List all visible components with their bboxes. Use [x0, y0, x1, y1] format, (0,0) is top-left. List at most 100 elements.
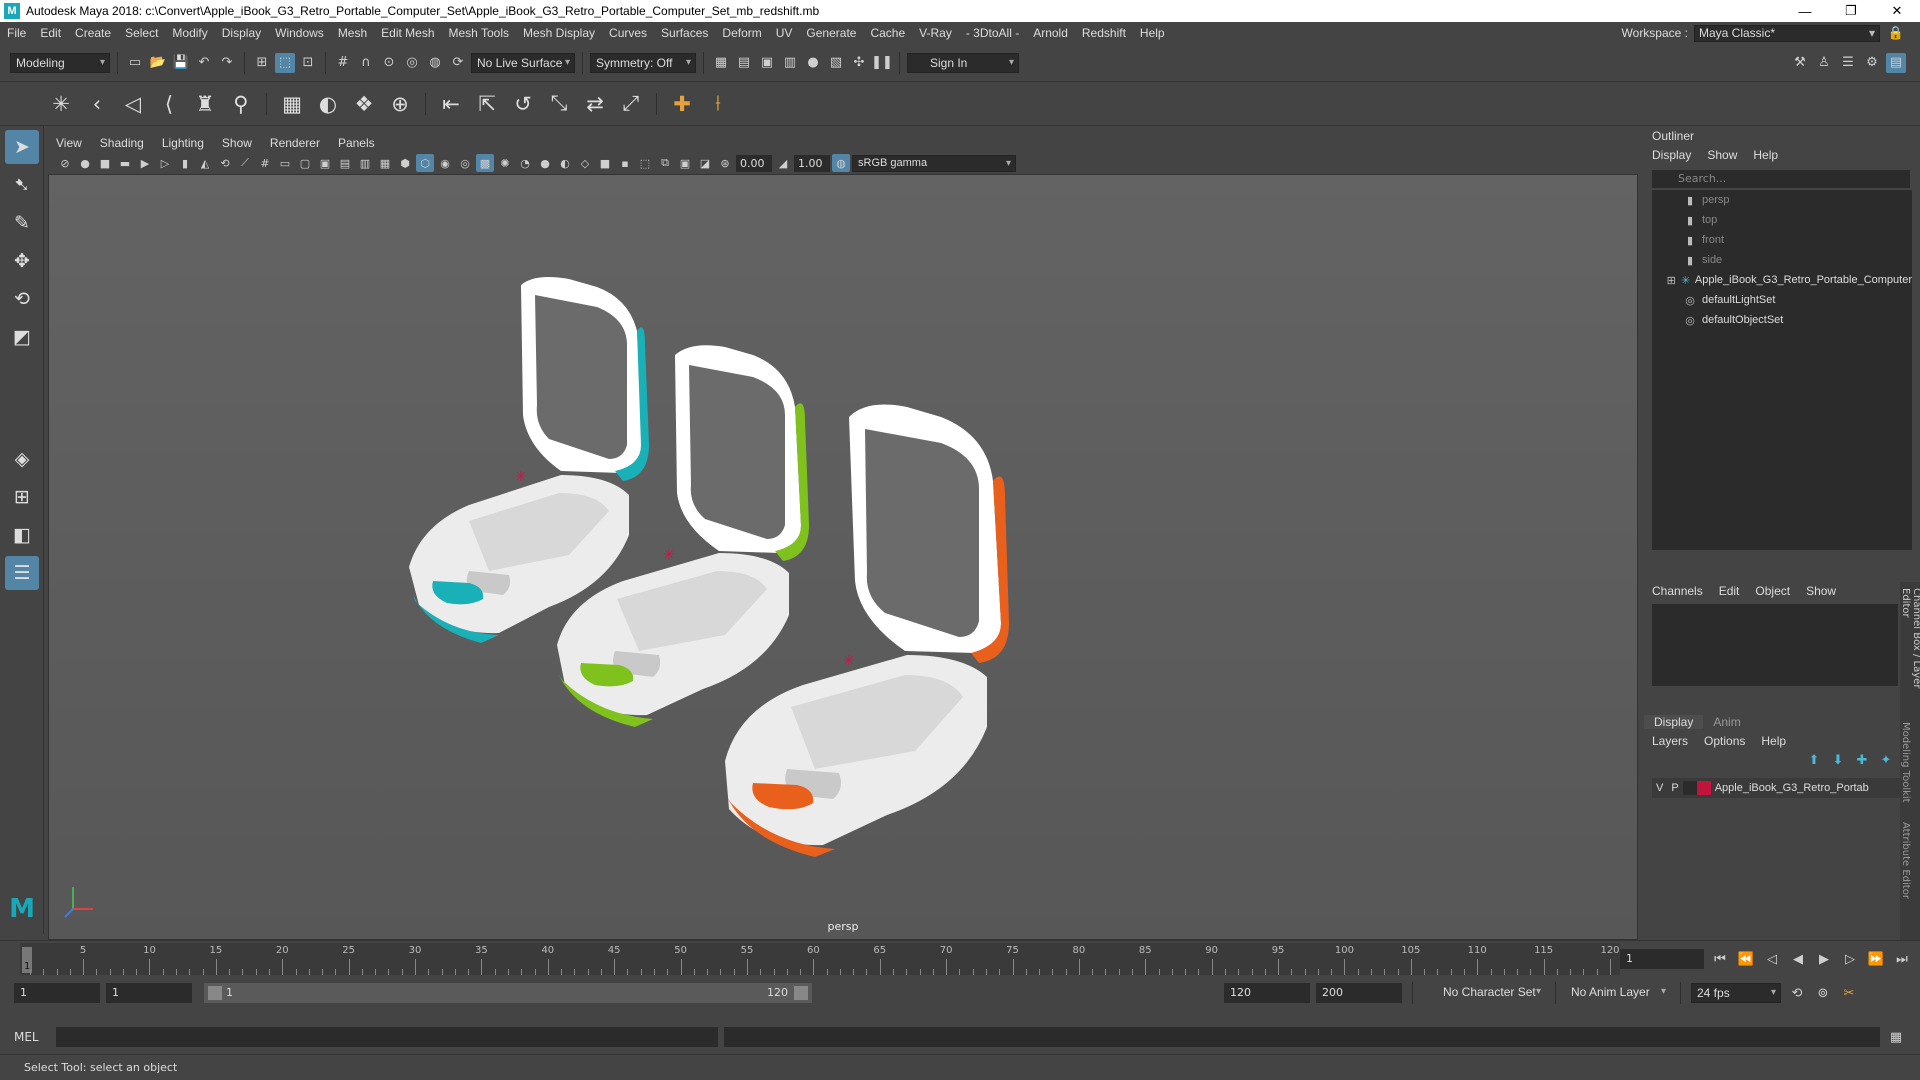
menu-create[interactable]: Create	[68, 26, 118, 40]
select-hierarchy-icon[interactable]: ⊞	[252, 53, 272, 73]
menu-edit[interactable]: Edit	[33, 26, 68, 40]
viewport-persp[interactable]: ✳ ✳ ✳ persp	[48, 174, 1638, 940]
outliner-menu-show[interactable]: Show	[1699, 148, 1745, 162]
layer-visibility-toggle[interactable]: V	[1652, 782, 1667, 794]
four-view-icon[interactable]: ⊞	[5, 480, 39, 514]
component-icon[interactable]: ⬚	[636, 154, 654, 172]
bind-skin-icon[interactable]: ⟨	[154, 89, 184, 119]
undo-icon[interactable]: ↶	[194, 53, 214, 73]
scale-tool-icon[interactable]: ◩	[5, 320, 39, 354]
single-perspective-icon[interactable]: ◈	[5, 442, 39, 476]
orient-constraint-icon[interactable]: ↺	[508, 89, 538, 119]
textured-icon[interactable]: ▦	[376, 154, 394, 172]
menu-cache[interactable]: Cache	[863, 26, 912, 40]
outliner-item[interactable]: ◎ defaultObjectSet	[1652, 310, 1912, 330]
xray-joints-icon[interactable]: ■	[596, 154, 614, 172]
hud-icon[interactable]: ◐	[556, 154, 574, 172]
layer-row[interactable]: V P Apple_iBook_G3_Retro_Portab	[1652, 778, 1912, 798]
character-set-select[interactable]: No Character Set	[1423, 983, 1545, 1003]
close-button[interactable]: ✕	[1874, 0, 1920, 22]
menu-help[interactable]: Help	[1133, 26, 1172, 40]
viewport-menu-renderer[interactable]: Renderer	[262, 136, 330, 150]
render-sequence-icon[interactable]: ▤	[734, 53, 754, 73]
channel-menu-show[interactable]: Show	[1798, 584, 1844, 598]
render-view-icon[interactable]: ▧	[826, 53, 846, 73]
menu-surfaces[interactable]: Surfaces	[654, 26, 715, 40]
ik-spline-icon[interactable]: ◁	[118, 89, 148, 119]
sign-in-button[interactable]: Sign In	[907, 52, 1019, 73]
animation-prefs-icon[interactable]: ✂	[1839, 983, 1859, 1003]
render-frame-icon[interactable]: ▦	[711, 53, 731, 73]
menu-mesh-display[interactable]: Mesh Display	[516, 26, 602, 40]
layer-color-swatch[interactable]	[1696, 781, 1711, 795]
tab-channel-box[interactable]: Channel Box / Layer Editor	[1900, 582, 1920, 712]
paint-select-icon[interactable]: ✎	[5, 206, 39, 240]
step-back-key-icon[interactable]: ⏪	[1736, 949, 1756, 969]
layers-menu-layers[interactable]: Layers	[1644, 734, 1696, 748]
menu-display[interactable]: Display	[215, 26, 268, 40]
select-tool-icon[interactable]: ➤	[5, 130, 39, 164]
play-forward-icon[interactable]: ▶	[1814, 949, 1834, 969]
tab-display[interactable]: Display	[1644, 715, 1704, 729]
range-slider[interactable]: 1 120	[204, 983, 812, 1003]
tool-settings-icon[interactable]: ⚙	[1862, 53, 1882, 73]
smooth-shade-icon[interactable]: ▢	[296, 154, 314, 172]
animation-end-field[interactable]: 200	[1316, 983, 1402, 1003]
camera-attr-icon[interactable]: ●	[76, 154, 94, 172]
outliner-item[interactable]: ◎ defaultLightSet	[1652, 290, 1912, 310]
snap-grid-icon[interactable]: #	[333, 53, 353, 73]
viewport-menu-view[interactable]: View	[48, 136, 92, 150]
tab-modeling-toolkit[interactable]: Modeling Toolkit	[1900, 712, 1911, 812]
pause-icon[interactable]: ❚❚	[871, 53, 893, 73]
new-layer-selected-icon[interactable]: ✦	[1876, 750, 1896, 770]
frame-selection-icon[interactable]: ▣	[676, 154, 694, 172]
xray-icon[interactable]: ▤	[336, 154, 354, 172]
modeling-toolkit-icon[interactable]: ⚒	[1790, 53, 1810, 73]
render-settings-icon[interactable]: ▥	[780, 53, 800, 73]
menu-redshift[interactable]: Redshift	[1075, 26, 1133, 40]
snap-point-icon[interactable]: ⊙	[379, 53, 399, 73]
current-frame-field[interactable]: 1	[1620, 949, 1704, 969]
animation-start-field[interactable]: 1	[14, 983, 100, 1003]
parent-constraint-icon[interactable]: ⇄	[580, 89, 610, 119]
menu-windows[interactable]: Windows	[268, 26, 331, 40]
layers-menu-help[interactable]: Help	[1753, 734, 1794, 748]
humanik-icon[interactable]: ⚲	[226, 89, 256, 119]
outliner-item[interactable]: ▮ top	[1652, 210, 1912, 230]
maximize-button[interactable]: ❐	[1828, 0, 1874, 22]
auto-key-icon[interactable]: ⊚	[1813, 983, 1833, 1003]
exposure-icon[interactable]: ⊛	[716, 154, 734, 172]
shadows-icon[interactable]: ◎	[456, 154, 474, 172]
menu-generate[interactable]: Generate	[799, 26, 863, 40]
motion-blur-icon[interactable]: ✺	[496, 154, 514, 172]
redo-icon[interactable]: ↷	[217, 53, 237, 73]
layer-type-toggle[interactable]	[1682, 781, 1697, 795]
blend-shape-icon[interactable]: ◐	[313, 89, 343, 119]
xray-active-icon[interactable]: ▪	[616, 154, 634, 172]
wrap-icon[interactable]: ❖	[349, 89, 379, 119]
mode-select[interactable]: Modeling	[10, 52, 110, 73]
menu-modify[interactable]: Modify	[165, 26, 214, 40]
script-editor-icon[interactable]: ▦	[1886, 1027, 1906, 1047]
new-layer-icon[interactable]: ✚	[1852, 750, 1872, 770]
channel-menu-edit[interactable]: Edit	[1711, 584, 1748, 598]
use-lights-icon[interactable]: ◉	[436, 154, 454, 172]
move-layer-up-icon[interactable]: ⬆	[1804, 750, 1824, 770]
field-chart-icon[interactable]: ◭	[196, 154, 214, 172]
color-space-select[interactable]: sRGB gamma	[852, 154, 1016, 172]
rotate-tool-icon[interactable]: ⟲	[5, 282, 39, 316]
snap-surface-icon[interactable]: ◍	[425, 53, 445, 73]
outliner-item[interactable]: ▮ persp	[1652, 190, 1912, 210]
attribute-editor-icon[interactable]: ☰	[1838, 53, 1858, 73]
go-to-start-icon[interactable]: ⏮	[1710, 949, 1730, 969]
pole-vector-icon[interactable]: ⤢	[616, 89, 646, 119]
camera-select-icon[interactable]: ⊘	[56, 154, 74, 172]
hypershade-icon[interactable]: ●	[803, 53, 823, 73]
joint-tool-icon[interactable]: ✳	[46, 89, 76, 119]
anim-layer-select[interactable]: No Anim Layer	[1566, 983, 1670, 1003]
menu-3dtoall[interactable]: - 3DtoAll -	[959, 26, 1026, 40]
cube-icon[interactable]: ⬢	[396, 154, 414, 172]
menu-curves[interactable]: Curves	[602, 26, 654, 40]
scale-constraint-icon[interactable]: ⤡	[544, 89, 574, 119]
outliner-menu-display[interactable]: Display	[1644, 148, 1699, 162]
